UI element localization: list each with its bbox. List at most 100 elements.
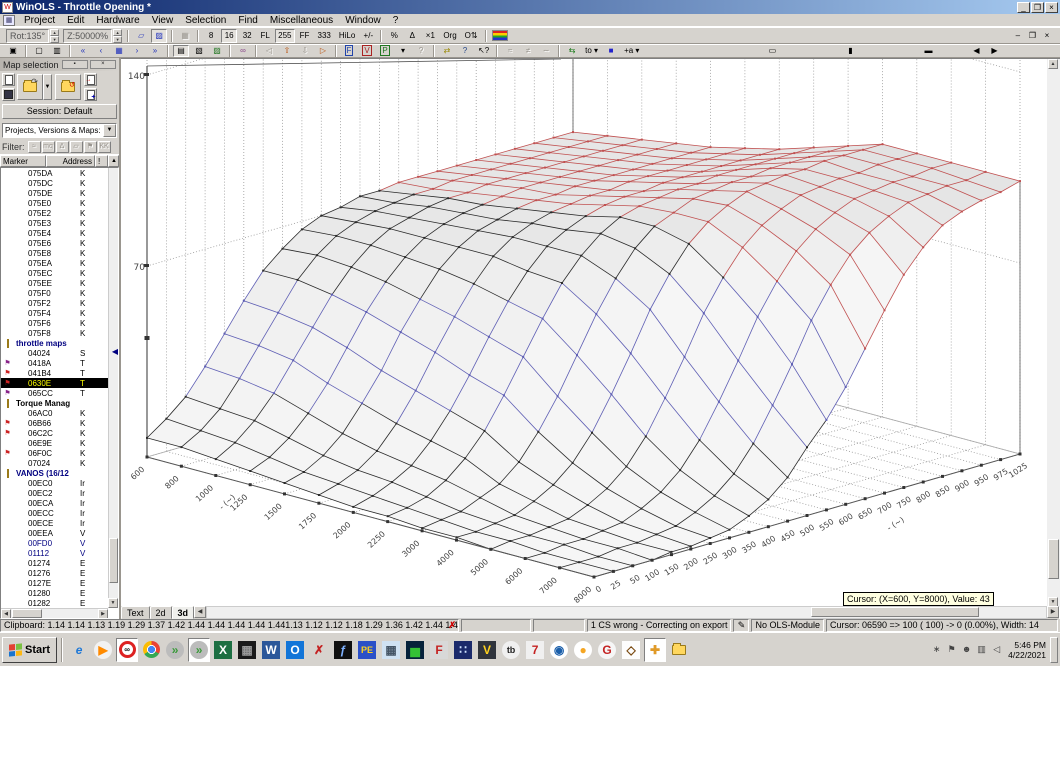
download-button[interactable]: ⇩	[297, 45, 313, 57]
flash-tool-icon[interactable]: V	[476, 638, 498, 662]
back-button[interactable]: ◁	[261, 45, 277, 57]
g-tuner-icon[interactable]: G	[596, 638, 618, 662]
upload-button[interactable]: ⇧	[279, 45, 295, 57]
map-row-01282[interactable]: 01282 E	[1, 598, 108, 608]
hilo-button[interactable]: HiLo	[335, 28, 359, 43]
menu-project[interactable]: Project	[18, 14, 61, 27]
map-row-00fd0[interactable]: 00FD0 V	[1, 538, 108, 548]
chip-fb-icon[interactable]: F	[428, 638, 450, 662]
map-row-075e2[interactable]: 075E2 K	[1, 208, 108, 218]
last-version-button[interactable]: »	[147, 45, 163, 57]
import-project-button[interactable]	[55, 74, 81, 100]
save-map-button[interactable]	[2, 88, 15, 101]
volume-icon[interactable]: ◁	[990, 644, 1003, 655]
bin-display-button[interactable]: 333	[314, 28, 334, 43]
tab-scroll-left-button[interactable]: ◀	[194, 606, 207, 618]
map-row-075dc[interactable]: 075DC K	[1, 178, 108, 188]
outlook-icon[interactable]: O	[284, 638, 306, 662]
sort-button[interactable]: ▲	[108, 155, 119, 167]
scroll-thumb[interactable]	[109, 538, 118, 583]
window-overview-button[interactable]: ▥	[49, 45, 65, 57]
map-row-06b66[interactable]: ⚑ 06B66 K	[1, 418, 108, 428]
view-3d-button[interactable]: ▨	[151, 28, 168, 43]
panel-close-button[interactable]: ×	[89, 60, 116, 69]
menu-window[interactable]: Window	[339, 14, 387, 27]
version-overview-button[interactable]: ▦	[111, 45, 127, 57]
map-row-075da[interactable]: 075DA K	[1, 168, 108, 178]
split-vertical-button[interactable]: ▮	[842, 45, 859, 57]
view-help-button[interactable]: ?	[413, 45, 429, 57]
map-row-0630e[interactable]: ⚑ 0630E T	[1, 378, 108, 388]
map-row-041b4[interactable]: ⚑ 041B4 T	[1, 368, 108, 378]
view-mode-dropdown[interactable]: ▾	[395, 45, 411, 57]
percent-button[interactable]: %	[386, 28, 403, 43]
zoom-field-spinner[interactable]: ▲ ▼	[113, 28, 123, 43]
forward-button[interactable]: ▷	[315, 45, 331, 57]
map-selection-button[interactable]: ▤	[173, 45, 189, 57]
map-row-0418a[interactable]: ⚑ 0418A T	[1, 358, 108, 368]
menu-find[interactable]: Find	[232, 14, 263, 27]
add-mode-dropdown[interactable]: +a ▾	[621, 45, 643, 57]
bits-float-button[interactable]: FL	[257, 28, 274, 43]
previous-version-button[interactable]: ‹	[93, 45, 109, 57]
eeprom-chip-icon[interactable]: ▦	[236, 638, 258, 662]
display-mode-dropdown[interactable]: to ▾	[582, 45, 602, 57]
map-row-075e4[interactable]: 075E4 K	[1, 228, 108, 238]
add-doc-button[interactable]	[84, 88, 97, 101]
map-row-00ecc[interactable]: 00ECC Ir	[1, 508, 108, 518]
app-icon[interactable]: W	[2, 1, 13, 13]
media-player-icon[interactable]: ▶	[92, 638, 114, 662]
map-folder-row[interactable]: VANOS (16/12	[1, 468, 108, 478]
show-desktop-button[interactable]	[1050, 636, 1058, 663]
split-view-button[interactable]: ▬	[920, 45, 937, 57]
dyno-chart-icon[interactable]: ▅	[404, 638, 426, 662]
map-row-075e0[interactable]: 075E0 K	[1, 198, 108, 208]
restore-button[interactable]: ❐	[1031, 1, 1044, 13]
filter-map-button[interactable]: mq	[41, 140, 55, 153]
thunderbird-icon[interactable]: ◉	[548, 638, 570, 662]
pe-explorer-icon[interactable]: PE	[356, 638, 378, 662]
map-row-06f0c[interactable]: ⚑ 06F0C K	[1, 448, 108, 458]
sign-button[interactable]: +/-	[360, 28, 377, 43]
map-row-075f6[interactable]: 075F6 K	[1, 318, 108, 328]
connect-ecu-button[interactable]: ⇄	[439, 45, 455, 57]
map-search-button[interactable]: ▧	[191, 45, 207, 57]
new-map-button[interactable]	[2, 73, 15, 86]
first-version-button[interactable]: «	[75, 45, 91, 57]
map-2d-view-button[interactable]: P	[377, 45, 393, 57]
tab-text[interactable]: Text	[121, 606, 150, 619]
sync-windows-button[interactable]: ▦	[177, 28, 194, 43]
map-row-01112[interactable]: 01112 V	[1, 548, 108, 558]
file-explorer-icon[interactable]	[668, 638, 690, 662]
panel-pin-button[interactable]: ▪	[61, 60, 88, 69]
map-row-00ec2[interactable]: 00EC2 Ir	[1, 488, 108, 498]
recorder-2-icon[interactable]: »	[188, 637, 211, 662]
console-app-icon[interactable]: ƒ	[332, 638, 354, 662]
tab-right-button[interactable]: ▶	[986, 45, 1003, 57]
factor-button[interactable]: ×1	[422, 28, 439, 43]
chart-scroll-up-button[interactable]: ▲	[1048, 59, 1058, 69]
map-row-075e8[interactable]: 075E8 K	[1, 248, 108, 258]
hexdump-view-button[interactable]: F	[341, 45, 357, 57]
list-vertical-scrollbar[interactable]: ◀ ▼	[108, 168, 118, 608]
map-row-07024[interactable]: 07024 K	[1, 458, 108, 468]
hex-display-button[interactable]: FF	[296, 28, 313, 43]
next-version-button[interactable]: ›	[129, 45, 145, 57]
hscroll-thumb[interactable]	[12, 609, 42, 618]
mdi-minimize-button[interactable]: –	[1011, 28, 1024, 43]
bits-8-button[interactable]: 8	[203, 28, 220, 43]
projects-versions-combo[interactable]: Projects, Versions & Maps: (Ctrl ▼	[2, 123, 117, 138]
rotation-field[interactable]: Rot:135° ▲ ▼	[6, 28, 60, 43]
column-address[interactable]: Address	[46, 155, 95, 167]
map-row-01276[interactable]: 01276 E	[1, 568, 108, 578]
column-marker[interactable]: Marker	[0, 155, 46, 167]
filter-area-button[interactable]: ▱	[69, 140, 83, 153]
tab-scroll-right-button[interactable]: ▶	[1047, 606, 1059, 618]
chart-hscroll-thumb[interactable]	[811, 607, 979, 617]
export-doc-button[interactable]	[84, 73, 97, 86]
map-row-04024[interactable]: 04024 S	[1, 348, 108, 358]
map-row-06c2c[interactable]: ⚑ 06C2C K	[1, 428, 108, 438]
map-row-00ece[interactable]: 00ECE Ir	[1, 518, 108, 528]
child-window-icon[interactable]: ▦	[3, 14, 15, 26]
map-row-075f2[interactable]: 075F2 K	[1, 298, 108, 308]
